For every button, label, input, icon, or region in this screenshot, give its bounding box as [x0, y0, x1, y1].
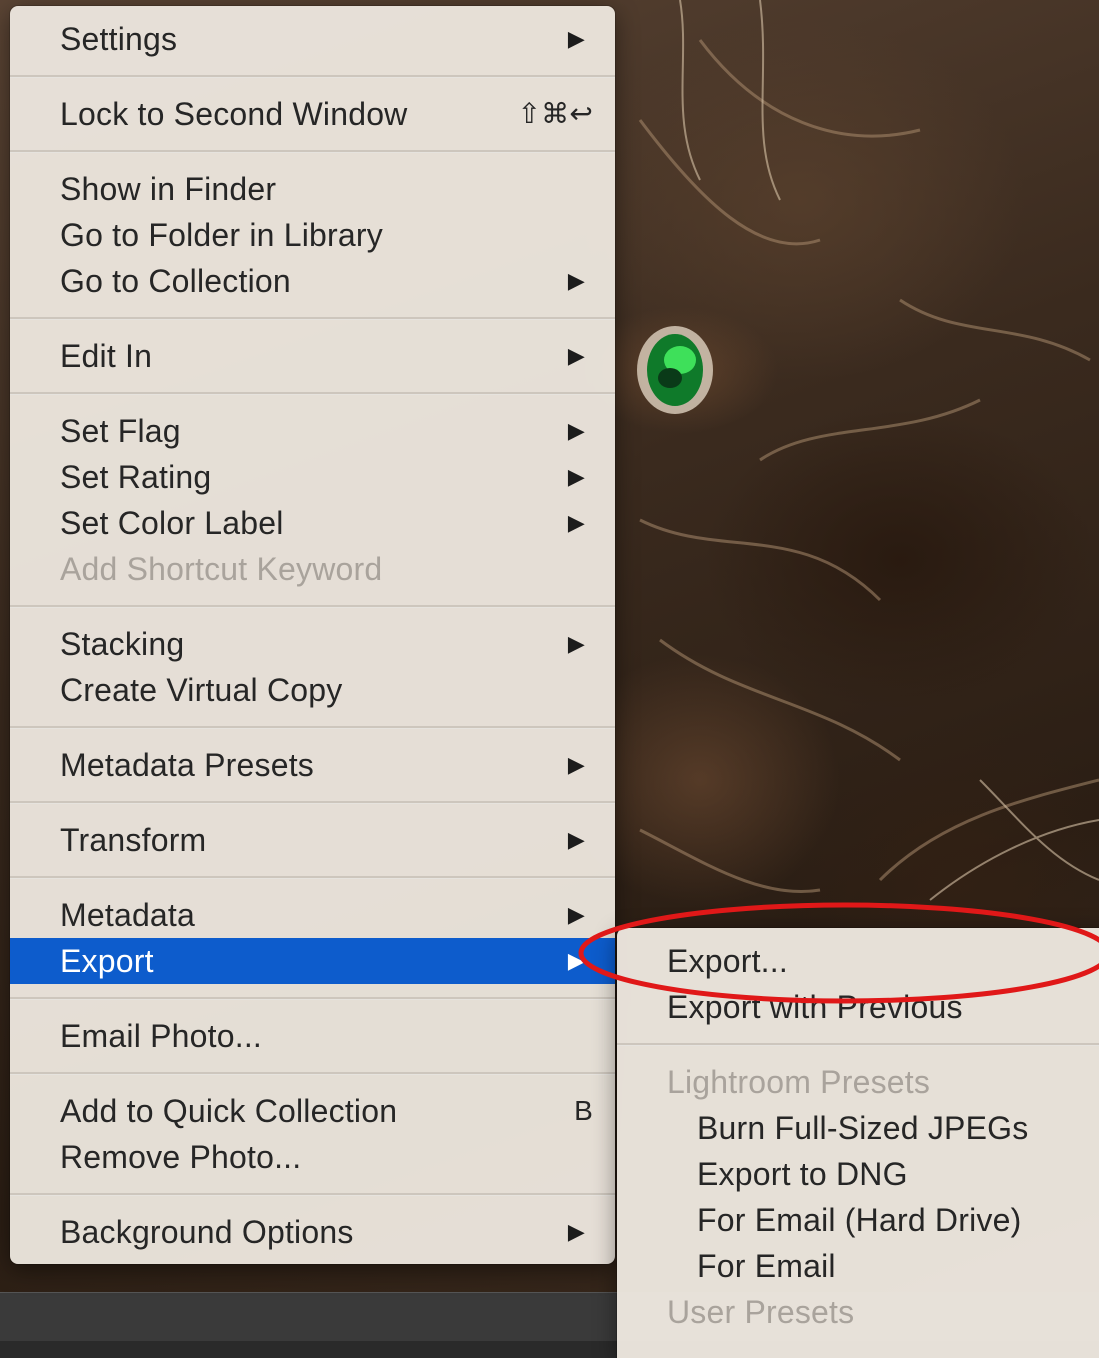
menu-item-create-virtual-copy[interactable]: Create Virtual Copy	[10, 667, 615, 713]
menu-item-set-rating[interactable]: Set Rating ▶	[10, 454, 615, 500]
menu-item-label: Create Virtual Copy	[60, 672, 343, 708]
menu-item-set-flag[interactable]: Set Flag ▶	[10, 408, 615, 454]
preset-burn-full-sized-jpegs[interactable]: Burn Full-Sized JPEGs	[617, 1105, 1099, 1151]
separator	[10, 317, 615, 320]
separator	[617, 1043, 1099, 1046]
export-submenu: Export... Export with Previous Lightroom…	[617, 928, 1099, 1358]
menu-item-label: Set Rating	[60, 459, 212, 495]
menu-item-label: Set Color Label	[60, 505, 284, 541]
menu-item-label: Remove Photo...	[60, 1139, 302, 1175]
menu-item-go-to-folder-in-library[interactable]: Go to Folder in Library	[10, 212, 615, 258]
menu-item-email-photo[interactable]: Email Photo...	[10, 1013, 615, 1059]
separator	[10, 726, 615, 729]
user-presets-header: User Presets	[667, 1294, 855, 1330]
preset-export-to-dng[interactable]: Export to DNG	[617, 1151, 1099, 1197]
menu-item-label: Add Shortcut Keyword	[60, 551, 383, 587]
export-with-previous-item[interactable]: Export with Previous	[617, 984, 1099, 1030]
menu-top-padding	[10, 6, 615, 16]
separator	[10, 605, 615, 608]
submenu-arrow-icon: ▶	[567, 631, 585, 656]
preset-for-email-hard-drive[interactable]: For Email (Hard Drive)	[617, 1197, 1099, 1243]
separator	[10, 1072, 615, 1075]
menu-item-label: Go to Folder in Library	[60, 217, 383, 253]
menu-item-label: Show in Finder	[60, 171, 277, 207]
menu-item-add-shortcut-keyword: Add Shortcut Keyword	[10, 546, 615, 592]
menu-item-stacking[interactable]: Stacking ▶	[10, 621, 615, 667]
separator	[10, 392, 615, 395]
submenu-arrow-icon: ▶	[567, 464, 585, 489]
menu-item-background-options[interactable]: Background Options ▶	[10, 1209, 615, 1255]
menu-item-label: Lock to Second Window	[60, 96, 408, 132]
menu-item-edit-in[interactable]: Edit In ▶	[10, 333, 615, 379]
menu-item-shortcut: ⇧⌘↩	[517, 98, 593, 129]
submenu-arrow-icon: ▶	[567, 827, 585, 852]
menu-item-label: Stacking	[60, 626, 185, 662]
menu-item-label: Metadata Presets	[60, 747, 314, 783]
menu-item-label: Add to Quick Collection	[60, 1093, 398, 1129]
preset-for-email[interactable]: For Email	[617, 1243, 1099, 1289]
menu-item-label: Edit In	[60, 338, 153, 374]
menu-item-label: Set Flag	[60, 413, 181, 449]
menu-item-metadata-presets[interactable]: Metadata Presets ▶	[10, 742, 615, 788]
separator	[10, 75, 615, 78]
submenu-arrow-icon: ▶	[567, 752, 585, 777]
menu-item-export[interactable]: Export ▶	[10, 938, 615, 984]
submenu-arrow-icon: ▶	[567, 902, 585, 927]
separator	[10, 1193, 615, 1196]
separator	[10, 997, 615, 1000]
menu-item-set-color-label[interactable]: Set Color Label ▶	[10, 500, 615, 546]
lightroom-presets-header: Lightroom Presets	[667, 1064, 931, 1100]
submenu-arrow-icon: ▶	[567, 418, 585, 443]
separator	[10, 801, 615, 804]
menu-item-go-to-collection[interactable]: Go to Collection ▶	[10, 258, 615, 304]
submenu-arrow-icon: ▶	[567, 343, 585, 368]
export-item[interactable]: Export...	[617, 938, 1099, 984]
menu-item-label: Transform	[60, 822, 207, 858]
menu-item-transform[interactable]: Transform ▶	[10, 817, 615, 863]
submenu-arrow-icon: ▶	[567, 1219, 585, 1244]
menu-item-lock-to-second-window[interactable]: Lock to Second Window ⇧⌘↩	[10, 91, 615, 137]
submenu-arrow-icon: ▶	[567, 268, 585, 293]
context-menu: Settings ▶ Lock to Second Window ⇧⌘↩ Show in…	[10, 6, 615, 1264]
submenu-arrow-icon: ▶	[567, 26, 585, 51]
menu-item-settings[interactable]: Settings ▶	[10, 16, 615, 62]
separator	[10, 876, 615, 879]
menu-item-add-to-quick-collection[interactable]: Add to Quick Collection B	[10, 1088, 615, 1134]
submenu-arrow-icon: ▶	[567, 510, 585, 535]
menu-item-show-in-finder[interactable]: Show in Finder	[10, 166, 615, 212]
submenu-arrow-icon: ▶	[567, 948, 585, 973]
menu-item-label: Go to Collection	[60, 263, 291, 299]
menu-item-shortcut: B	[574, 1095, 593, 1126]
menu-item-remove-photo[interactable]: Remove Photo...	[10, 1134, 615, 1180]
menu-item-metadata[interactable]: Metadata ▶	[10, 892, 615, 938]
menu-item-label: Metadata	[60, 897, 196, 933]
menu-item-label: Email Photo...	[60, 1018, 263, 1054]
separator	[10, 150, 615, 153]
menu-item-label: Background Options	[60, 1214, 354, 1250]
menu-item-label: Export	[60, 943, 154, 979]
menu-item-label: Settings	[60, 21, 178, 57]
